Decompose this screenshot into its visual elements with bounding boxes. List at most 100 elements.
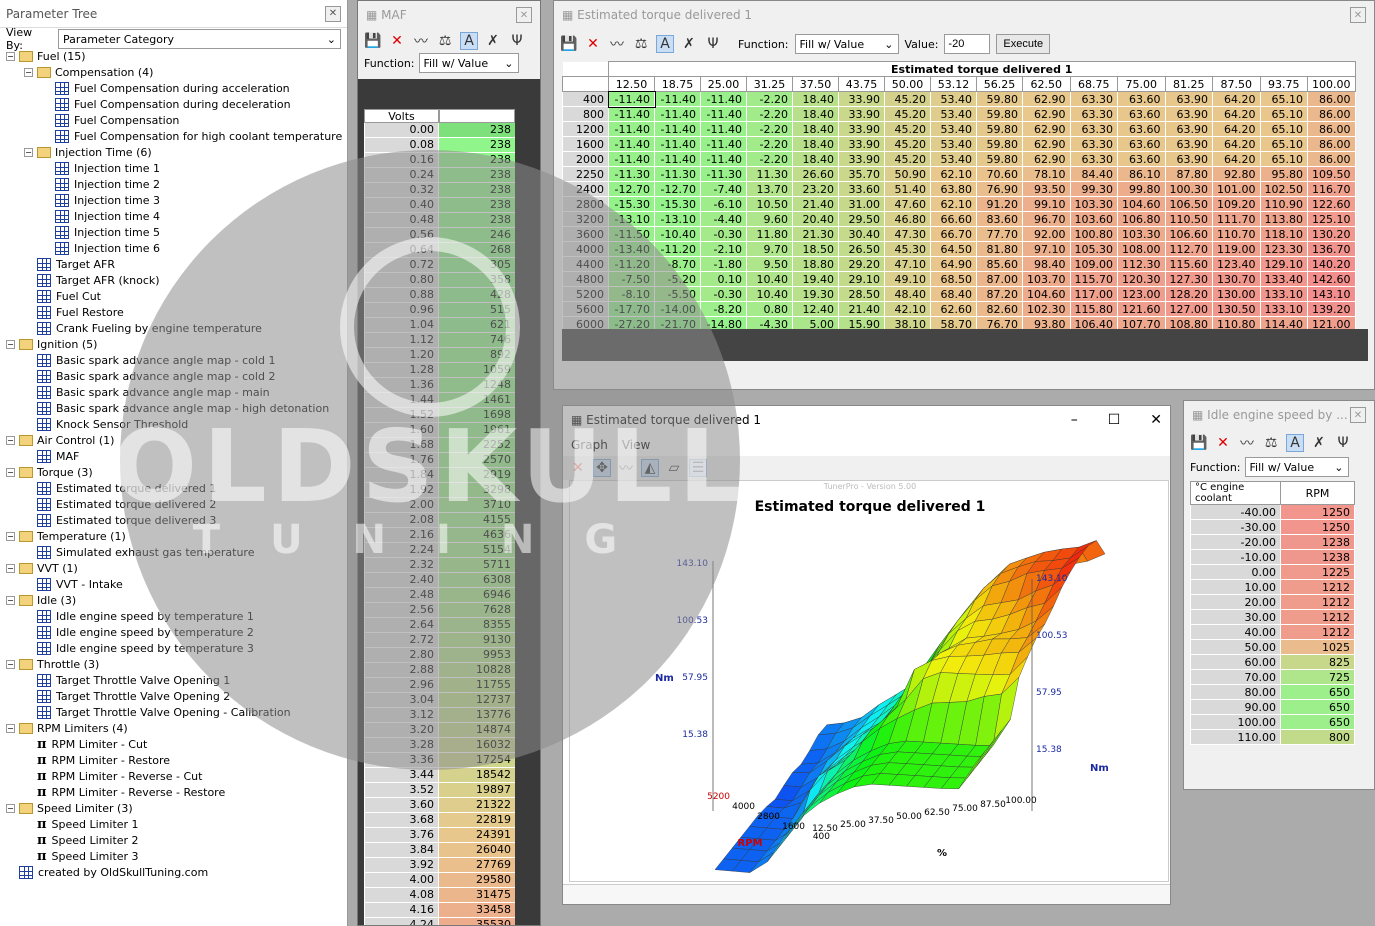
maf-value-cell[interactable]: 515 — [439, 303, 515, 318]
torque-cell[interactable]: 65.10 — [1259, 106, 1308, 122]
torque-cell[interactable]: -11.40 — [608, 151, 655, 167]
torque-cell[interactable]: 109.50 — [1307, 166, 1356, 182]
torque-cell[interactable]: 66.70 — [930, 226, 977, 242]
tree-node[interactable]: Target Throttle Valve Opening 1 — [24, 672, 230, 688]
tree-node[interactable]: MAF — [24, 448, 79, 464]
rpm-cell[interactable]: 825 — [1280, 654, 1355, 670]
torque-cell[interactable]: 102.50 — [1259, 181, 1308, 197]
close-x-icon[interactable]: ✕ — [569, 459, 587, 477]
close-x-icon[interactable]: ✕ — [1214, 434, 1232, 452]
torque-cell[interactable]: 26.50 — [838, 241, 885, 257]
torque-cell[interactable]: 64.20 — [1212, 151, 1261, 167]
torque-cell[interactable]: 42.10 — [884, 301, 931, 317]
rpm-cell[interactable]: 650 — [1280, 699, 1355, 715]
rpm-cell[interactable]: 650 — [1280, 684, 1355, 700]
maf-value-cell[interactable]: 14874 — [439, 723, 515, 738]
function-select[interactable]: Fill w/ Value ⌄ — [1244, 457, 1349, 477]
save-icon[interactable]: 💾 — [560, 35, 578, 53]
tree-node[interactable]: π RPM Limiter - Cut — [24, 736, 147, 752]
torque-cell[interactable]: 9.60 — [746, 211, 793, 227]
torque-cell[interactable]: -2.20 — [746, 151, 793, 167]
torque-cell[interactable]: 63.30 — [1069, 91, 1118, 107]
maf-value-cell[interactable]: 12737 — [439, 693, 515, 708]
torque-cell[interactable]: 18.40 — [792, 106, 839, 122]
torque-cell[interactable]: -11.40 — [607, 90, 656, 108]
torque-cell[interactable]: -5.20 — [654, 271, 701, 287]
tree-node[interactable]: Target Throttle Valve Opening - Calibrat… — [24, 704, 291, 720]
torque-cell[interactable]: 48.40 — [884, 286, 931, 302]
torque-cell[interactable]: 51.40 — [884, 181, 931, 197]
torque-cell[interactable]: -11.40 — [608, 136, 655, 152]
torque-cell[interactable]: 21.40 — [792, 196, 839, 212]
maf-value-cell[interactable]: 428 — [439, 288, 515, 303]
torque-cell[interactable]: -11.40 — [654, 91, 701, 107]
torque-cell[interactable]: 99.10 — [1022, 196, 1071, 212]
torque-cell[interactable]: 105.30 — [1069, 241, 1118, 257]
torque-cell[interactable]: 102.30 — [1022, 301, 1071, 317]
torque-cell[interactable]: 99.30 — [1069, 181, 1118, 197]
torque-cell[interactable]: -7.40 — [700, 181, 747, 197]
maf-value-cell[interactable]: 621 — [439, 318, 515, 333]
maf-value-cell[interactable]: 8355 — [439, 618, 515, 633]
torque-cell[interactable]: 29.10 — [838, 271, 885, 287]
maf-value-cell[interactable]: 246 — [439, 228, 515, 243]
function-select[interactable]: Fill w/ Value ⌄ — [794, 34, 899, 54]
torque-cell[interactable]: -2.10 — [700, 241, 747, 257]
maf-value-cell[interactable]: 33458 — [439, 903, 515, 918]
torque-cell[interactable]: 104.60 — [1022, 286, 1071, 302]
tree-node[interactable]: Target AFR (knock) — [24, 272, 160, 288]
torque-cell[interactable]: 45.20 — [884, 151, 931, 167]
torque-cell[interactable]: 103.60 — [1069, 211, 1118, 227]
torque-cell[interactable]: 62.90 — [1022, 106, 1071, 122]
tree-node[interactable]: Injection time 4 — [42, 208, 160, 224]
menu-graph[interactable]: Graph — [571, 438, 608, 452]
torque-cell[interactable]: 63.60 — [1117, 106, 1166, 122]
maximize-button[interactable]: ☐ — [1108, 412, 1121, 428]
tree-node[interactable]: Crank Fueling by engine temperature — [24, 320, 262, 336]
maf-value-cell[interactable]: 4636 — [439, 528, 515, 543]
maf-value-cell[interactable]: 1248 — [439, 378, 515, 393]
torque-cell[interactable]: 11.80 — [746, 226, 793, 242]
scale-icon[interactable]: ⚖ — [632, 35, 650, 53]
torque-cell[interactable]: 45.20 — [884, 136, 931, 152]
tree-node[interactable]: Fuel Restore — [24, 304, 124, 320]
torque-cell[interactable]: -8.10 — [608, 286, 655, 302]
maf-value-cell[interactable]: 7628 — [439, 603, 515, 618]
torque-cell[interactable]: 95.80 — [1259, 166, 1308, 182]
torque-cell[interactable]: 123.30 — [1259, 241, 1308, 257]
torque-cell[interactable]: 92.00 — [1022, 226, 1071, 242]
torque-cell[interactable]: 53.40 — [930, 91, 977, 107]
interpolate-icon[interactable]: ✗ — [680, 35, 698, 53]
torque-cell[interactable]: 111.70 — [1212, 211, 1261, 227]
torque-cell[interactable]: -11.20 — [608, 256, 655, 272]
tree-node[interactable]: − Throttle (3) — [6, 656, 99, 672]
torque-cell[interactable]: 63.90 — [1164, 151, 1213, 167]
torque-cell[interactable]: 70.60 — [976, 166, 1023, 182]
maf-value-cell[interactable]: 1961 — [439, 423, 515, 438]
torque-cell[interactable]: 87.00 — [976, 271, 1023, 287]
torque-cell[interactable]: 63.30 — [1069, 136, 1118, 152]
scale-icon[interactable]: ⚖ — [1262, 434, 1280, 452]
torque-cell[interactable]: -13.10 — [654, 211, 701, 227]
torque-cell[interactable]: 133.10 — [1259, 301, 1308, 317]
maf-value-cell[interactable]: 29580 — [439, 873, 515, 888]
torque-cell[interactable]: 129.10 — [1259, 256, 1308, 272]
tree-node[interactable]: Basic spark advance angle map - high det… — [24, 400, 329, 416]
torque-cell[interactable]: -2.20 — [746, 136, 793, 152]
torque-cell[interactable]: 63.90 — [1164, 106, 1213, 122]
maf-value-cell[interactable]: 21322 — [439, 798, 515, 813]
maf-value-cell[interactable]: 268 — [439, 243, 515, 258]
maf-value-cell[interactable]: 2570 — [439, 453, 515, 468]
maf-value-cell[interactable]: 24391 — [439, 828, 515, 843]
torque-cell[interactable]: 62.90 — [1022, 121, 1071, 137]
torque-cell[interactable]: -11.30 — [654, 166, 701, 182]
torque-cell[interactable]: 86.00 — [1307, 106, 1356, 122]
torque-cell[interactable]: 29.50 — [838, 211, 885, 227]
torque-cell[interactable]: 104.60 — [1117, 196, 1166, 212]
maf-value-cell[interactable]: 1461 — [439, 393, 515, 408]
torque-cell[interactable]: 47.10 — [884, 256, 931, 272]
torque-cell[interactable]: 33.90 — [838, 121, 885, 137]
menu-view[interactable]: View — [622, 438, 650, 452]
tree-node[interactable]: Fuel Compensation during acceleration — [42, 80, 290, 96]
torque-cell[interactable]: 50.90 — [884, 166, 931, 182]
